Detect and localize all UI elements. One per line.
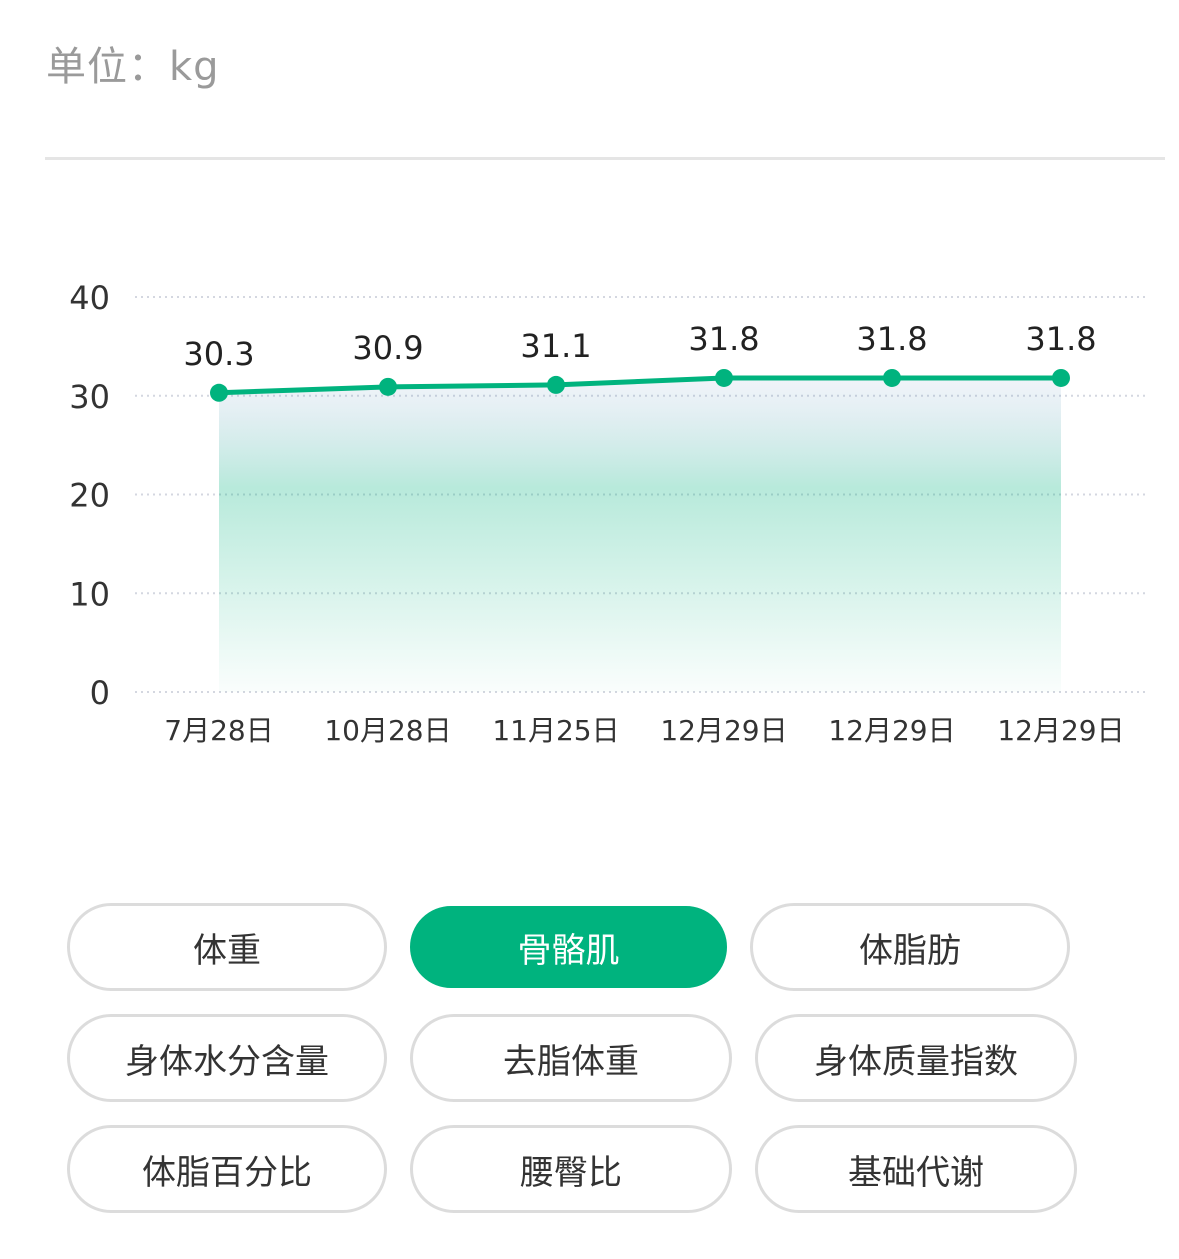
data-point[interactable] bbox=[1052, 368, 1070, 387]
data-label: 30.3 bbox=[183, 335, 254, 373]
metric-button-label: 体脂肪 bbox=[859, 930, 961, 971]
metric-button-weight[interactable]: 体重 bbox=[67, 903, 387, 991]
x-tick-label: 12月29日 bbox=[828, 714, 955, 747]
x-tick-label: 12月29日 bbox=[660, 714, 787, 747]
metric-button-label: 腰臀比 bbox=[520, 1152, 622, 1193]
y-tick-label: 10 bbox=[69, 575, 110, 613]
metric-button-lean-mass[interactable]: 去脂体重 bbox=[410, 1014, 732, 1102]
line-chart: 0 10 20 30 40 30.3 30.9 31.1 31.8 31.8 31.8 7月28日… bbox=[69, 279, 1145, 747]
data-label: 31.8 bbox=[856, 320, 927, 358]
x-tick-label: 7月28日 bbox=[164, 714, 273, 747]
x-tick-label: 10月28日 bbox=[324, 714, 451, 747]
data-point[interactable] bbox=[883, 368, 901, 387]
data-point[interactable] bbox=[715, 368, 733, 387]
data-point[interactable] bbox=[379, 377, 397, 396]
metric-button-skeletal-muscle[interactable]: 骨骼肌 bbox=[410, 906, 727, 988]
metric-button-body-fat-percent[interactable]: 体脂百分比 bbox=[67, 1125, 387, 1213]
metric-button-label: 身体质量指数 bbox=[814, 1041, 1018, 1082]
metric-button-label: 体重 bbox=[193, 930, 261, 971]
x-tick-label: 11月25日 bbox=[492, 714, 619, 747]
metric-button-bmr[interactable]: 基础代谢 bbox=[755, 1125, 1077, 1213]
data-label: 31.1 bbox=[520, 327, 591, 365]
metric-button-waist-hip-ratio[interactable]: 腰臀比 bbox=[410, 1125, 732, 1213]
metric-button-label: 体脂百分比 bbox=[142, 1152, 312, 1193]
data-point[interactable] bbox=[210, 383, 228, 402]
x-tick-label: 12月29日 bbox=[997, 714, 1124, 747]
y-tick-label: 40 bbox=[69, 279, 110, 317]
metric-button-body-water[interactable]: 身体水分含量 bbox=[67, 1014, 387, 1102]
metric-button-body-fat[interactable]: 体脂肪 bbox=[750, 903, 1070, 991]
metric-button-label: 身体水分含量 bbox=[125, 1041, 329, 1082]
y-tick-label: 0 bbox=[90, 674, 110, 712]
metric-button-label: 骨骼肌 bbox=[517, 930, 620, 971]
data-point[interactable] bbox=[547, 375, 565, 394]
y-tick-label: 20 bbox=[69, 477, 110, 515]
data-label: 30.9 bbox=[352, 329, 423, 367]
area-fill bbox=[219, 377, 1061, 692]
data-label: 31.8 bbox=[1025, 320, 1096, 358]
metric-button-bmi[interactable]: 身体质量指数 bbox=[755, 1014, 1077, 1102]
metric-button-label: 去脂体重 bbox=[503, 1041, 639, 1082]
metric-button-label: 基础代谢 bbox=[848, 1152, 984, 1193]
data-label: 31.8 bbox=[688, 320, 759, 358]
y-tick-label: 30 bbox=[69, 378, 110, 416]
